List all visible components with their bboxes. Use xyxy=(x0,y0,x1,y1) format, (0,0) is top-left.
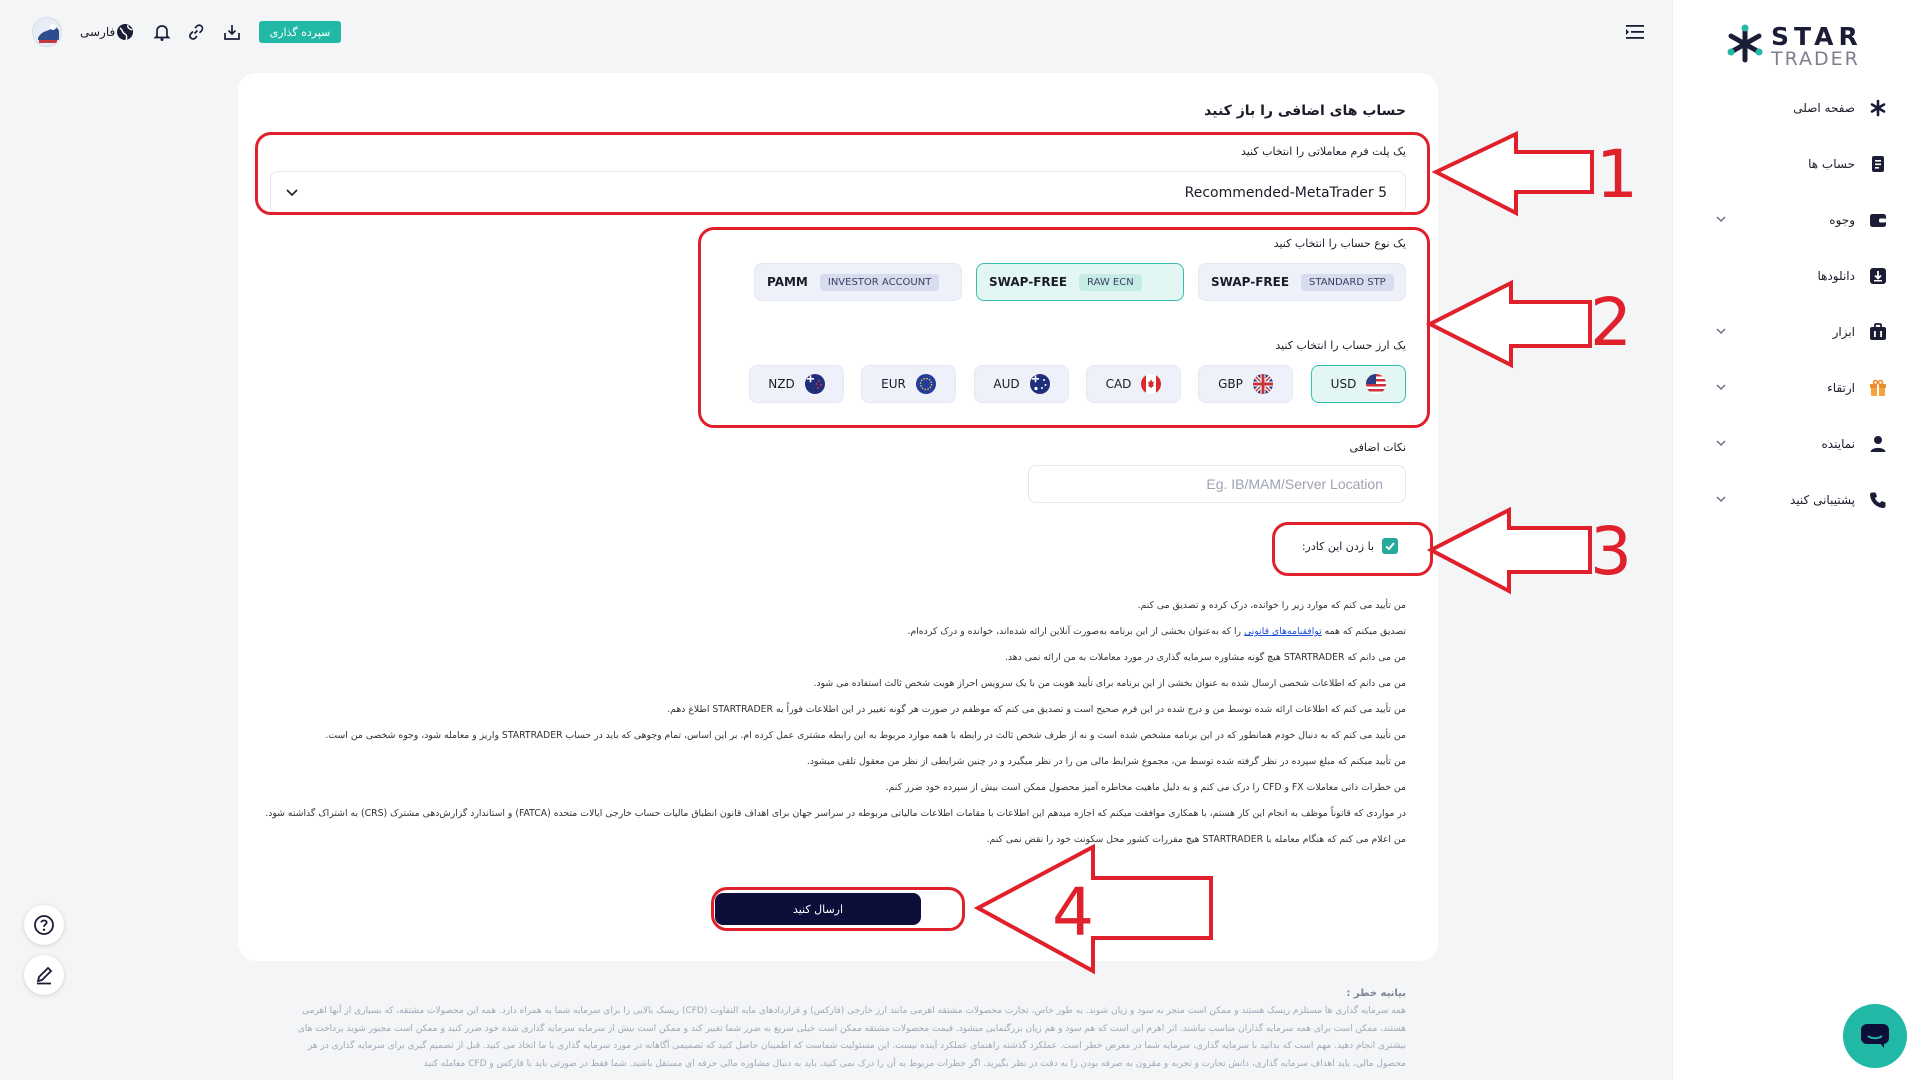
gift-icon xyxy=(1870,379,1886,396)
term-text: من می دانم که اطلاعات شخصی ارسال شده به … xyxy=(813,678,1406,689)
logo-text-star: STAR xyxy=(1771,22,1863,51)
annotation-arrow-2 xyxy=(1425,279,1592,369)
term-text: من خطرات ذاتی معاملات FX و CFD را درک می… xyxy=(885,782,1406,793)
term-item: من اعلام می کنم که هنگام معامله با START… xyxy=(266,827,1406,853)
chevron-down-icon xyxy=(1716,440,1726,447)
chevron-down-icon xyxy=(1716,328,1726,335)
term-text: من تأیید میکنم که مبلغ سپرده در نظر گرفت… xyxy=(806,756,1406,767)
term-item: من تأیید میکنم که مبلغ سپرده در نظر گرفت… xyxy=(266,749,1406,775)
annotation-box-4 xyxy=(711,887,965,931)
chevron-down-icon xyxy=(1716,496,1726,503)
term-item: در مواردی که قانوناً موظف به انجام این ک… xyxy=(265,801,1406,827)
user-icon xyxy=(1870,436,1886,452)
term-text: من اعلام می کنم که هنگام معامله با START… xyxy=(986,834,1406,845)
term-text: من تأیید می کنم که اطلاعات ارائه شده توس… xyxy=(667,704,1406,715)
download-icon xyxy=(1870,268,1886,284)
deposit-button[interactable]: سپرده گذاری xyxy=(259,21,341,43)
sidebar-item-label: نماینده xyxy=(1821,437,1855,451)
sidebar-item-accounts[interactable]: حساب ها xyxy=(1672,144,1909,184)
download-tray-icon[interactable] xyxy=(222,22,242,42)
pen-icon xyxy=(36,966,53,985)
term-text: در مواردی که قانوناً موظف به انجام این ک… xyxy=(265,808,1406,819)
sidebar-item-label: صفحه اصلی xyxy=(1793,101,1855,115)
accounts-icon xyxy=(1872,156,1884,172)
chat-icon xyxy=(1861,1024,1889,1048)
term-text: من می دانم که STARTRADER هیچ گونه مشاوره… xyxy=(1004,652,1406,663)
term-item: من تأیید می کنم که اطلاعات ارائه شده توس… xyxy=(266,697,1406,723)
top-bar: فارسی سپرده گذاری xyxy=(0,0,1672,64)
sidebar-item-label: دانلودها xyxy=(1817,269,1855,283)
phone-icon xyxy=(1870,492,1886,508)
logo-text-trader: TRADER xyxy=(1771,48,1860,70)
sidebar-item-representative[interactable]: نماینده xyxy=(1672,424,1909,464)
risk-title: بیانیه خطر : xyxy=(1346,988,1406,999)
annotation-number-3: 3 xyxy=(1590,513,1632,590)
bell-icon[interactable] xyxy=(152,22,172,42)
chat-button[interactable] xyxy=(1843,1004,1907,1068)
wallet-icon xyxy=(1870,214,1886,227)
chevron-down-icon xyxy=(1716,216,1726,223)
sidebar-item-upgrade[interactable]: ارتقاء xyxy=(1672,368,1909,408)
sidebar-item-home[interactable]: صفحه اصلی xyxy=(1672,88,1909,128)
term-item: من تأیید می کنم که به دنبال خودم همانطور… xyxy=(266,723,1406,749)
term-text: من تأیید می کنم که به دنبال خودم همانطور… xyxy=(325,730,1406,741)
annotation-arrow-1 xyxy=(1431,130,1594,217)
term-text: تصدیق میکنم که همه xyxy=(1321,626,1406,637)
toolbox-icon xyxy=(1870,323,1886,340)
term-text: من تأیید می کنم که موارد زیر را خوانده، … xyxy=(1137,600,1406,611)
notes-label: نکات اضافی xyxy=(1349,441,1406,454)
logo-star-icon xyxy=(1727,24,1763,63)
sidebar-item-label: ارتقاء xyxy=(1827,381,1855,395)
legal-agreements-link[interactable]: توافقنامه‌های قانونی xyxy=(1244,626,1322,637)
feedback-button[interactable] xyxy=(24,955,64,995)
link-icon[interactable] xyxy=(186,22,206,42)
risk-text: همه سرمایه گذاری ها مستلزم ریسک هستند و … xyxy=(297,1006,1406,1069)
sidebar-item-support[interactable]: پشتیبانی کنید xyxy=(1672,480,1909,520)
term-item: من می دانم که STARTRADER هیچ گونه مشاوره… xyxy=(266,645,1406,671)
sidebar-item-funds[interactable]: وجوه xyxy=(1672,200,1909,240)
menu-toggle-icon[interactable] xyxy=(1626,24,1644,40)
annotation-arrow-3 xyxy=(1426,506,1592,595)
term-item: تصدیق میکنم که همه توافقنامه‌های قانونی … xyxy=(266,619,1406,645)
asterisk-icon xyxy=(1870,99,1886,117)
sidebar-item-label: پشتیبانی کنید xyxy=(1790,493,1855,507)
terms-list: من تأیید می کنم که موارد زیر را خوانده، … xyxy=(265,593,1406,853)
startrader-logo[interactable]: STAR TRADER xyxy=(1725,22,1858,70)
notes-input[interactable] xyxy=(1028,465,1406,503)
sidebar-item-label: حساب ها xyxy=(1808,157,1855,171)
risk-statement: بیانیه خطر : همه سرمایه گذاری ها مستلزم … xyxy=(276,988,1406,1073)
sidebar-item-downloads[interactable]: دانلودها xyxy=(1672,256,1909,296)
avatar[interactable] xyxy=(32,17,62,47)
chevron-down-icon xyxy=(1716,384,1726,391)
help-icon xyxy=(34,915,54,935)
language-label[interactable]: فارسی xyxy=(80,25,115,39)
annotation-number-4: 4 xyxy=(1052,874,1094,951)
page-title: حساب های اضافی را باز کنید xyxy=(1204,103,1406,119)
annotation-box-1 xyxy=(255,132,1430,215)
sidebar: STAR TRADER صفحه اصلی حساب ها وجوه دانلو… xyxy=(1672,0,1909,1080)
annotation-number-2: 2 xyxy=(1590,284,1632,361)
term-item: من تأیید می کنم که موارد زیر را خوانده، … xyxy=(266,593,1406,619)
sidebar-item-label: وجوه xyxy=(1829,213,1855,227)
term-item: من خطرات ذاتی معاملات FX و CFD را درک می… xyxy=(266,775,1406,801)
term-item: من می دانم که اطلاعات شخصی ارسال شده به … xyxy=(266,671,1406,697)
annotation-number-1: 1 xyxy=(1596,136,1638,213)
annotation-box-3 xyxy=(1272,522,1433,576)
sidebar-item-tools[interactable]: ابزار xyxy=(1672,312,1909,352)
globe-icon[interactable] xyxy=(115,22,135,42)
sidebar-item-label: ابزار xyxy=(1832,325,1855,339)
help-button[interactable] xyxy=(24,905,64,945)
avatar-image xyxy=(33,18,61,46)
term-text: را که به‌عنوان بخشی از این برنامه به‌صور… xyxy=(907,626,1245,637)
annotation-box-2 xyxy=(698,227,1430,428)
